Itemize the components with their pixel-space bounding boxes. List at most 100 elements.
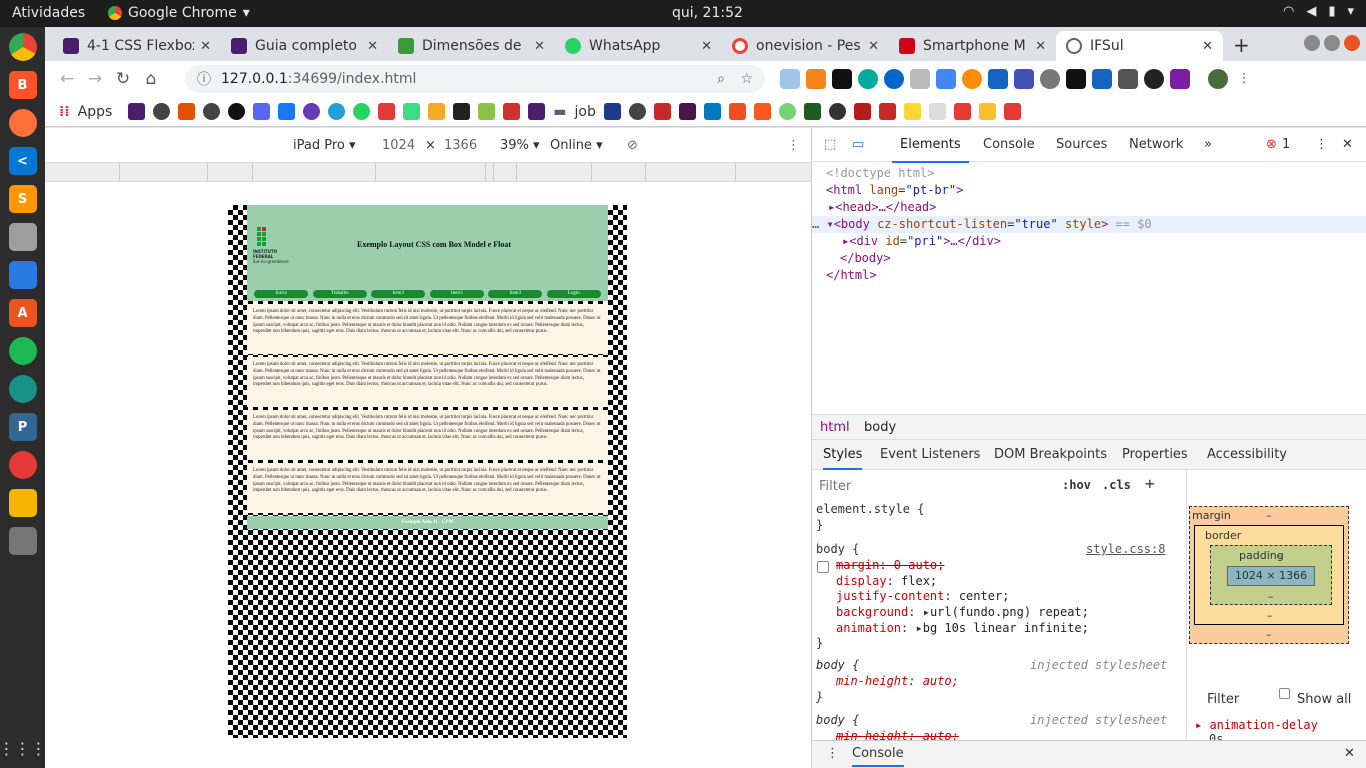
files-dock-icon[interactable] bbox=[8, 223, 37, 251]
zoom-select[interactable]: 39% ▾ bbox=[500, 138, 540, 153]
tab-2[interactable]: Dimensões de ✕ bbox=[388, 31, 555, 61]
crumb-html[interactable]: html bbox=[820, 420, 850, 435]
styles-filter-input[interactable] bbox=[816, 475, 1048, 497]
hov-toggle[interactable]: :hov bbox=[1062, 478, 1091, 494]
tab-elements[interactable]: Elements bbox=[892, 137, 969, 163]
nav-item[interactable]: Item3 bbox=[488, 290, 543, 298]
whatsapp-icon[interactable] bbox=[353, 103, 371, 120]
computed-prop[interactable]: ▸ animation-delay bbox=[1195, 718, 1318, 732]
tab-accessibility[interactable]: Accessibility bbox=[1207, 447, 1287, 462]
border-box[interactable]: border – padding – – 1024 × 1366 bbox=[1194, 525, 1344, 625]
extension-icon[interactable] bbox=[1014, 69, 1034, 89]
discord-icon[interactable] bbox=[253, 103, 271, 120]
activities-button[interactable]: Atividades bbox=[12, 5, 85, 21]
style-prop-background[interactable]: background: ▸url(fundo.png) repeat; bbox=[836, 605, 1089, 621]
apps-icon[interactable]: ⁞⁞ bbox=[59, 104, 70, 120]
shield-icon[interactable] bbox=[832, 69, 852, 89]
android-icon[interactable] bbox=[403, 103, 421, 120]
spotify-dock-icon[interactable] bbox=[8, 337, 37, 365]
globe-icon[interactable] bbox=[153, 103, 171, 120]
app-menu[interactable]: Google Chrome ▾ bbox=[108, 5, 250, 21]
source-link[interactable]: style.css:8 bbox=[1086, 542, 1165, 558]
nav-item[interactable]: Item2 bbox=[371, 290, 426, 298]
style-prop-minheight-overridden[interactable]: min-height: auto; bbox=[836, 729, 959, 740]
bookmark-icon[interactable] bbox=[428, 103, 446, 120]
bookmark-icon[interactable] bbox=[478, 103, 496, 120]
dom-doctype[interactable]: <!doctype html> bbox=[826, 165, 934, 182]
menu-icon[interactable]: ⋮ bbox=[787, 138, 800, 153]
bookmark-icon[interactable] bbox=[778, 103, 796, 120]
tab-0[interactable]: 4-1 CSS Flexbox ✕ bbox=[53, 31, 221, 61]
error-icon[interactable]: ⊗ bbox=[1266, 137, 1277, 152]
close-window-button[interactable] bbox=[1344, 35, 1360, 51]
reload-button[interactable]: ↻ bbox=[109, 69, 137, 89]
style-prop-justify[interactable]: justify-content: center; bbox=[836, 589, 1009, 605]
gear-icon[interactable] bbox=[1040, 69, 1060, 89]
bookmark-icon[interactable] bbox=[128, 103, 146, 120]
dom-body-close[interactable]: </body> bbox=[840, 250, 891, 267]
maximize-button[interactable] bbox=[1324, 35, 1340, 51]
width-input[interactable]: 1024 bbox=[382, 138, 415, 153]
tab-4[interactable]: onevision - Pes ✕ bbox=[722, 31, 889, 61]
bookmark-icon[interactable] bbox=[853, 103, 871, 120]
menu-icon[interactable]: ⋮ bbox=[1234, 69, 1254, 89]
cls-toggle[interactable]: .cls bbox=[1102, 478, 1131, 494]
printer-dock-icon[interactable] bbox=[8, 527, 37, 555]
content-box[interactable]: 1024 × 1366 bbox=[1227, 566, 1315, 586]
app-grid-icon[interactable]: ⋮⋮⋮ bbox=[0, 739, 47, 758]
vscode-dock-icon[interactable]: < bbox=[8, 147, 37, 175]
nav-item[interactable]: Login bbox=[546, 290, 601, 298]
screenshot-dock-icon[interactable] bbox=[8, 451, 37, 479]
bookmark-icon[interactable] bbox=[603, 103, 621, 120]
trello-icon[interactable] bbox=[703, 103, 721, 120]
gmail-icon[interactable] bbox=[928, 103, 946, 120]
info-icon[interactable]: ⓘ bbox=[197, 69, 211, 89]
nav-item[interactable]: Inicio bbox=[254, 290, 309, 298]
back-button[interactable]: ← bbox=[53, 69, 81, 89]
bookmark-icon[interactable] bbox=[903, 103, 921, 120]
bookmark-icon[interactable] bbox=[803, 103, 821, 120]
close-icon[interactable]: ✕ bbox=[534, 39, 545, 54]
nav-item[interactable]: Item3 bbox=[429, 290, 484, 298]
more-tabs-icon[interactable]: » bbox=[1204, 137, 1212, 152]
bookmark-icon[interactable] bbox=[178, 103, 196, 120]
headphones-icon[interactable] bbox=[828, 103, 846, 120]
tab-5[interactable]: Smartphone M ✕ bbox=[889, 31, 1056, 61]
figma-icon[interactable] bbox=[728, 103, 746, 120]
injected-body-selector[interactable]: body { bbox=[816, 658, 859, 674]
editor-dock-icon[interactable] bbox=[8, 489, 37, 517]
tab-styles[interactable]: Styles bbox=[823, 447, 863, 470]
github-icon[interactable] bbox=[228, 103, 246, 120]
close-icon[interactable]: ✕ bbox=[1344, 746, 1355, 761]
system-tray[interactable]: ◠ ◀ ▮ ▾ bbox=[1283, 4, 1354, 19]
tab-sources[interactable]: Sources bbox=[1056, 137, 1107, 152]
inspect-icon[interactable]: ⬚ bbox=[824, 137, 836, 152]
clock[interactable]: qui, 21:52 bbox=[672, 5, 743, 21]
bookmark-icon[interactable] bbox=[503, 103, 521, 120]
nav-item[interactable]: Trabalho bbox=[312, 290, 367, 298]
extension-icon[interactable] bbox=[910, 69, 930, 89]
dom-html-close[interactable]: </html> bbox=[826, 267, 877, 284]
tab-dom-breakpoints[interactable]: DOM Breakpoints bbox=[994, 447, 1107, 462]
style-prop-margin[interactable]: margin: 0 auto; bbox=[836, 558, 944, 574]
tab-1[interactable]: Guia completo ✕ bbox=[221, 31, 388, 61]
close-icon[interactable]: ✕ bbox=[1202, 39, 1213, 54]
avatar[interactable] bbox=[1208, 69, 1228, 89]
add-rule-icon[interactable]: + bbox=[1145, 476, 1155, 492]
software-dock-icon[interactable]: A bbox=[8, 299, 37, 327]
telegram-icon[interactable] bbox=[328, 103, 346, 120]
style-prop-display[interactable]: display: flex; bbox=[836, 574, 937, 590]
close-icon[interactable]: ✕ bbox=[1035, 39, 1046, 54]
zoom-icon[interactable]: ⌕ bbox=[717, 71, 725, 87]
chrome-dock-icon[interactable] bbox=[8, 33, 37, 61]
close-icon[interactable]: ✕ bbox=[367, 39, 378, 54]
style-prop-animation[interactable]: animation: ▸bg 10s linear infinite; bbox=[836, 621, 1089, 637]
extension-icon[interactable] bbox=[1092, 69, 1112, 89]
extension-icon[interactable] bbox=[858, 69, 878, 89]
device-select[interactable]: iPad Pro ▾ bbox=[293, 138, 356, 153]
dom-head[interactable]: ▸<head>…</head> bbox=[828, 199, 936, 216]
firefox-dock-icon[interactable] bbox=[8, 109, 37, 137]
extension-icon[interactable] bbox=[962, 69, 982, 89]
metamask-icon[interactable] bbox=[806, 69, 826, 89]
bookmark-star-icon[interactable]: ☆ bbox=[740, 71, 753, 87]
